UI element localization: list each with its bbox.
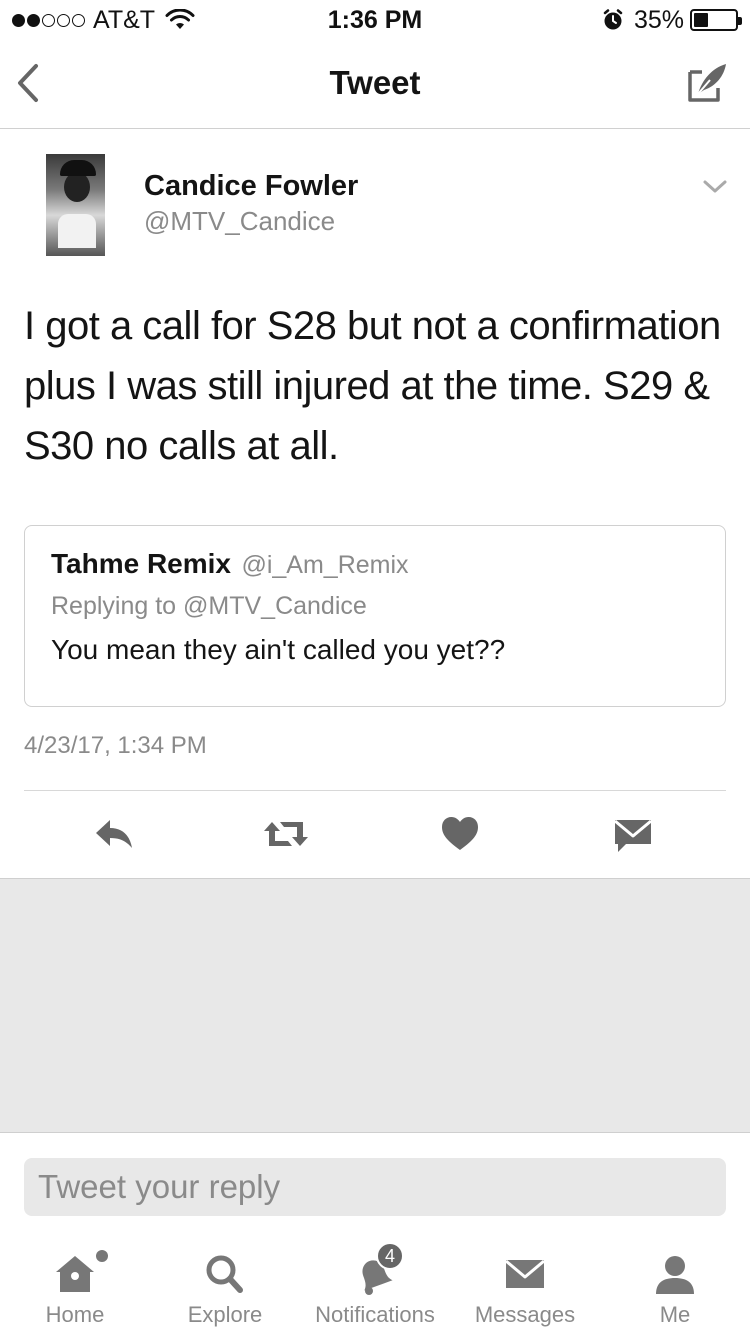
tab-label: Explore: [187, 1302, 263, 1327]
notifications-badge: 4: [376, 1242, 404, 1270]
tweet-text: I got a call for S28 but not a confirmat…: [24, 304, 721, 468]
retweet-icon: [264, 822, 308, 846]
compose-tweet-icon[interactable]: [684, 60, 730, 106]
tweet-timestamp: 4/23/17, 1:34 PM: [24, 732, 207, 759]
tab-label: Notifications: [315, 1302, 435, 1327]
quoted-author-name: Tahme Remix: [51, 548, 231, 579]
quoted-tweet-card[interactable]: Tahme Remix @i_Am_Remix Replying to @MTV…: [24, 525, 726, 707]
chevron-down-icon[interactable]: [702, 176, 728, 198]
status-right: 35%: [602, 5, 742, 34]
page-title: Tweet: [329, 64, 421, 101]
reply-button[interactable]: [92, 814, 136, 854]
tab-explore[interactable]: Explore: [150, 1236, 300, 1334]
battery-level: [694, 13, 708, 27]
author-name[interactable]: Candice Fowler: [144, 170, 358, 203]
home-icon: [56, 1256, 94, 1292]
divider: [24, 790, 726, 791]
like-button[interactable]: [440, 814, 480, 854]
heart-icon: [442, 817, 478, 850]
profile-icon: [656, 1256, 694, 1294]
retweet-button[interactable]: [262, 814, 310, 854]
reply-icon: [96, 820, 132, 848]
navigation-bar: Tweet: [0, 40, 750, 129]
tab-me[interactable]: Me: [600, 1236, 750, 1334]
quoted-replying-to: Replying to @MTV_Candice: [51, 592, 367, 620]
quoted-author-handle: @i_Am_Remix: [241, 551, 409, 579]
avatar-face: [64, 172, 90, 202]
quoted-tweet-header: Tahme Remix @i_Am_Remix: [51, 548, 409, 580]
replies-area: [0, 879, 750, 1133]
reply-input[interactable]: [24, 1158, 726, 1216]
quoted-tweet-text: You mean they ain't called you yet??: [51, 634, 506, 665]
author-avatar[interactable]: [46, 154, 105, 256]
tab-messages[interactable]: Messages: [450, 1236, 600, 1334]
direct-message-button[interactable]: [612, 814, 654, 854]
tab-home[interactable]: Home: [0, 1236, 150, 1334]
tab-label: Home: [45, 1302, 105, 1327]
battery-percent: 35%: [633, 5, 684, 34]
search-icon: [206, 1255, 243, 1293]
battery-nub: [738, 17, 742, 25]
tab-label: Me: [659, 1302, 691, 1327]
avatar-cap: [60, 160, 96, 176]
new-content-dot: [96, 1250, 108, 1262]
battery-icon: [690, 9, 742, 31]
tab-label: Messages: [474, 1302, 576, 1327]
avatar-clothing: [58, 214, 96, 248]
alarm-icon: [603, 9, 623, 30]
tab-notifications[interactable]: 4 Notifications: [300, 1236, 450, 1334]
author-handle[interactable]: @MTV_Candice: [144, 206, 335, 237]
envelope-icon: [614, 819, 652, 852]
envelope-icon: [505, 1259, 545, 1288]
status-bar: AT&T 1:36 PM 35%: [0, 0, 750, 40]
